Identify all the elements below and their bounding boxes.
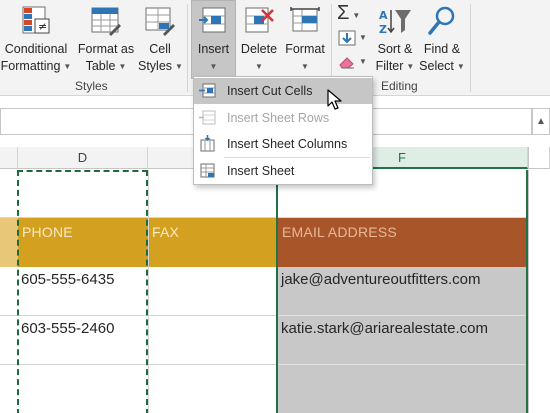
cell-styles-button[interactable]: Cell Styles ▼ <box>138 0 183 78</box>
menu-item-insert-cut-cells[interactable]: Insert Cut Cells <box>194 78 372 104</box>
format-cells-icon <box>290 7 320 32</box>
email-cell[interactable]: katie.stark@ariarealestate.com <box>281 319 488 339</box>
group-separator <box>470 4 471 92</box>
format-as-table-label-1: Format as <box>77 42 135 56</box>
menu-item-insert-sheet-columns[interactable]: Insert Sheet Columns <box>194 131 372 157</box>
chevron-down-icon-glyph: ▼ <box>301 62 309 71</box>
phone-cell[interactable]: 605-555-6435 <box>21 270 114 290</box>
eraser-icon <box>339 56 354 69</box>
delete-button[interactable]: Delete ▼ <box>236 0 282 78</box>
autosum-button[interactable]: Σ ▼ <box>337 2 360 25</box>
email-cell[interactable]: jake@adventureoutfitters.com <box>281 270 481 290</box>
format-label: Format <box>285 42 325 56</box>
selection-border-right <box>526 170 528 413</box>
formula-bar-expand-button[interactable]: ▲ <box>532 108 550 135</box>
sort-filter-icon: A Z <box>379 9 411 36</box>
chevron-down-icon-glyph: ▼ <box>209 62 218 71</box>
header-fax-text: FAX <box>152 224 180 240</box>
mouse-cursor-icon <box>327 89 342 110</box>
find-select-label-2: Select <box>419 59 454 73</box>
cut-marquee <box>17 170 148 413</box>
fill-down-icon <box>338 30 356 46</box>
find-select-button[interactable]: Find & Select ▼ <box>418 0 466 78</box>
chevron-down-icon: ▼ <box>359 57 367 66</box>
chevron-down-icon: ▼ <box>283 58 327 75</box>
magnifier-icon <box>428 6 455 35</box>
find-select-label-1: Find & <box>423 42 461 56</box>
row-gridline <box>277 315 528 316</box>
find-select-label-2-row: Select ▼ <box>418 58 466 75</box>
cell-styles-icon <box>145 7 175 36</box>
menu-item-label: Insert Sheet Columns <box>227 137 348 151</box>
column-gridline <box>148 170 149 413</box>
vertical-scrollbar[interactable] <box>529 170 550 413</box>
column-header-d[interactable]: D <box>18 147 148 169</box>
conditional-formatting-button[interactable]: ≠ Conditional Formatting ▼ <box>0 0 72 78</box>
cell-styles-label-1: Cell <box>149 42 171 56</box>
chevron-down-icon: ▼ <box>63 62 72 71</box>
insert-button[interactable]: Insert ▼ <box>191 0 236 78</box>
column-header-c[interactable] <box>0 147 18 169</box>
format-button[interactable]: Format ▼ <box>283 0 327 78</box>
chevron-up-icon: ▲ <box>536 116 546 127</box>
menu-item-label: Insert Sheet <box>227 164 295 178</box>
selection-border-left <box>276 170 278 413</box>
chevron-down-icon: ▼ <box>352 11 361 20</box>
chevron-down-icon-glyph: ▼ <box>255 62 263 71</box>
format-as-table-icon <box>91 7 121 36</box>
format-as-table-label-2: Table <box>85 59 116 73</box>
insert-sheet-columns-icon <box>200 135 215 152</box>
fill-button[interactable]: ▼ <box>338 30 367 46</box>
insert-sheet-rows-icon <box>199 110 216 125</box>
insert-sheet-icon <box>200 163 215 178</box>
styles-group-label: Styles <box>75 79 108 93</box>
group-separator <box>187 4 188 92</box>
insert-dropdown-menu: Insert Cut Cells Insert Sheet Rows Inser… <box>193 76 373 185</box>
svg-text:A: A <box>379 9 388 22</box>
menu-item-label: Insert Sheet Rows <box>227 111 330 125</box>
column-letter-f: F <box>398 150 406 165</box>
header-email-text: EMAIL ADDRESS <box>282 224 397 240</box>
cell-styles-label-2: Styles <box>138 59 173 73</box>
svg-text:Z: Z <box>379 23 387 36</box>
column-letter-d: D <box>77 150 88 165</box>
chevron-down-icon: ▼ <box>359 33 367 43</box>
sort-filter-label-2-row: Filter ▼ <box>374 58 416 75</box>
chevron-down-icon: ▼ <box>456 62 465 71</box>
svg-text:≠: ≠ <box>38 20 47 33</box>
phone-cell[interactable]: 603-555-2460 <box>21 319 114 339</box>
row-gridline <box>277 364 528 365</box>
menu-item-insert-sheet-rows[interactable]: Insert Sheet Rows <box>194 105 372 131</box>
menu-item-label: Insert Cut Cells <box>227 84 313 98</box>
delete-cells-icon <box>245 7 274 33</box>
sort-filter-button[interactable]: A Z Sort & Filter ▼ <box>374 0 416 78</box>
cell-styles-label-2-row: Styles ▼ <box>138 58 183 75</box>
autosum-icon: Σ <box>337 2 350 24</box>
delete-label: Delete <box>240 42 278 56</box>
conditional-formatting-label-1: Conditional <box>4 42 68 56</box>
vertical-scrollbar-top[interactable] <box>528 147 550 169</box>
chevron-down-icon: ▼ <box>175 62 183 71</box>
conditional-formatting-icon: ≠ <box>22 6 50 34</box>
conditional-formatting-label-2: Formatting <box>0 59 61 73</box>
insert-cut-cells-icon <box>199 83 216 98</box>
menu-item-insert-sheet[interactable]: Insert Sheet <box>194 158 372 184</box>
chevron-down-icon: ▼ <box>191 58 236 75</box>
conditional-formatting-label-2-row: Formatting ▼ <box>0 58 72 75</box>
chevron-down-icon: ▼ <box>406 62 415 71</box>
sort-filter-label-2: Filter <box>375 59 404 73</box>
insert-label: Insert <box>197 42 230 56</box>
header-cell-c <box>0 218 18 267</box>
clear-button[interactable]: ▼ <box>338 54 367 69</box>
chevron-down-icon: ▼ <box>118 62 127 71</box>
editing-group-label: Editing <box>381 79 418 93</box>
format-as-table-button[interactable]: Format as Table ▼ <box>76 0 136 78</box>
sort-filter-label-1: Sort & <box>377 42 413 56</box>
header-phone-text: PHONE <box>22 224 73 240</box>
format-as-table-label-2-row: Table ▼ <box>76 58 136 75</box>
chevron-down-icon: ▼ <box>236 58 282 75</box>
insert-cells-icon <box>198 7 225 33</box>
